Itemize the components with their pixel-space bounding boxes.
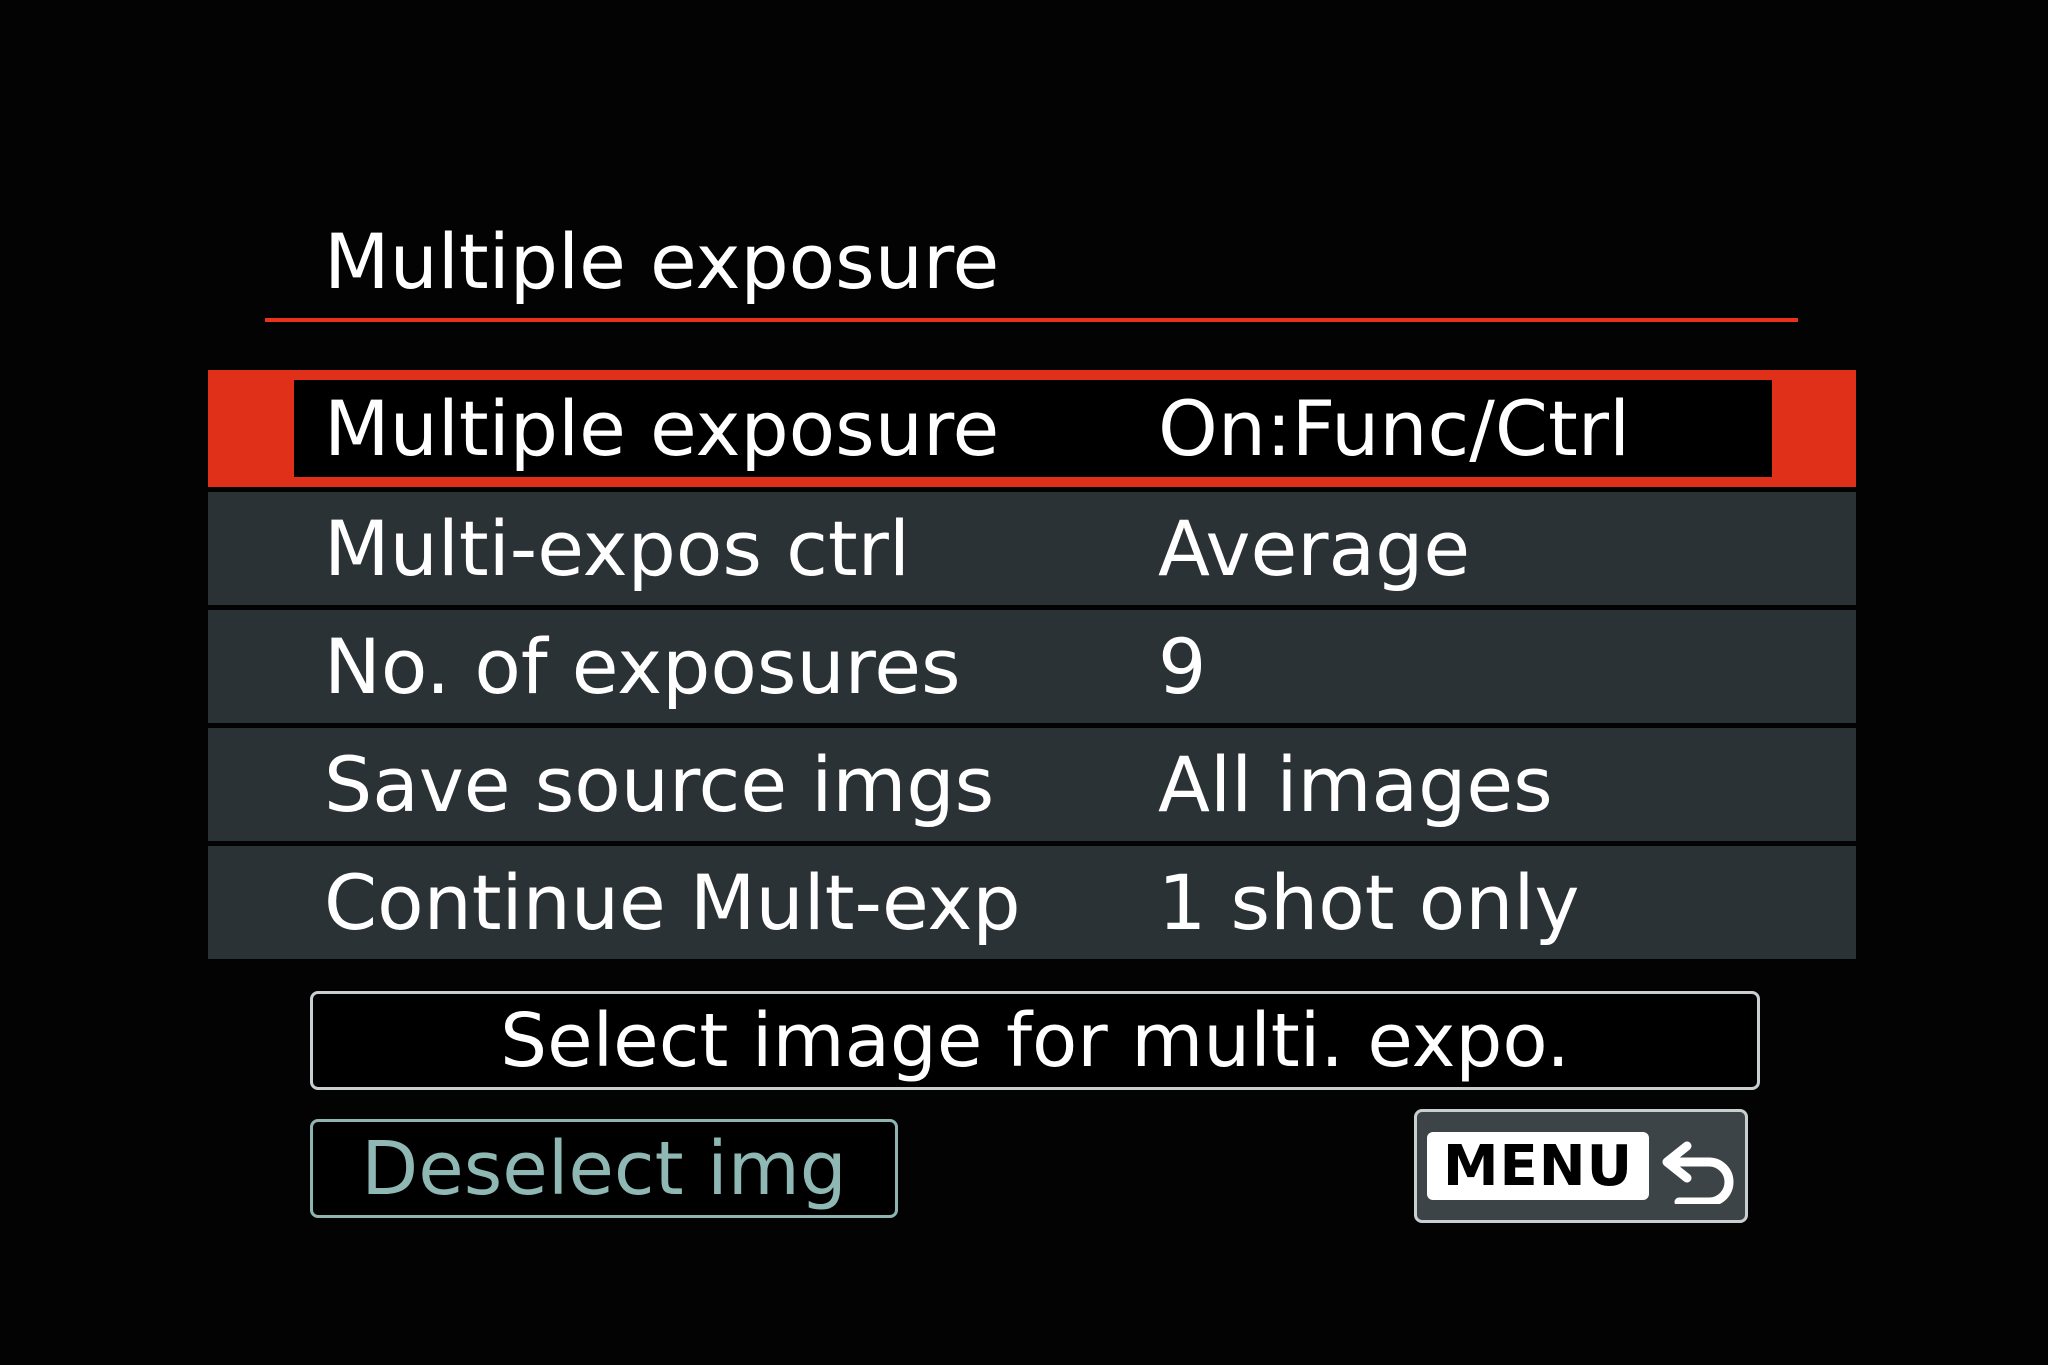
menu-item-value: 1 shot only (1158, 858, 1580, 947)
menu-back-button[interactable]: MENU (1414, 1109, 1748, 1223)
menu-item-label: No. of exposures (324, 622, 961, 711)
title-divider (265, 318, 1798, 322)
menu-item-value: All images (1158, 740, 1553, 829)
menu-button-label: MENU (1427, 1132, 1649, 1200)
menu-item-multi-expos-ctrl[interactable]: Multi-expos ctrl Average (208, 492, 1856, 605)
menu-item-no-of-exposures[interactable]: No. of exposures 9 (208, 610, 1856, 723)
settings-list: Multiple exposure On:Func/Ctrl Multi-exp… (208, 370, 1856, 964)
menu-item-value: On:Func/Ctrl (1158, 384, 1631, 473)
menu-item-label: Multi-expos ctrl (324, 504, 911, 593)
menu-item-value: Average (1158, 504, 1471, 593)
menu-item-label: Continue Mult-exp (324, 858, 1021, 947)
menu-item-save-source-imgs[interactable]: Save source imgs All images (208, 728, 1856, 841)
deselect-image-button[interactable]: Deselect img (310, 1119, 898, 1218)
camera-menu-screen: Multiple exposure Multiple exposure On:F… (0, 0, 2048, 1365)
page-title: Multiple exposure (324, 217, 1000, 306)
return-arrow-icon (1662, 1141, 1734, 1204)
menu-item-label: Multiple exposure (324, 384, 1000, 473)
menu-item-label: Save source imgs (324, 740, 995, 829)
select-image-button[interactable]: Select image for multi. expo. (310, 991, 1760, 1090)
menu-item-multiple-exposure[interactable]: Multiple exposure On:Func/Ctrl (208, 370, 1856, 487)
menu-item-value: 9 (1158, 622, 1207, 711)
menu-item-continue-mult-exp[interactable]: Continue Mult-exp 1 shot only (208, 846, 1856, 959)
